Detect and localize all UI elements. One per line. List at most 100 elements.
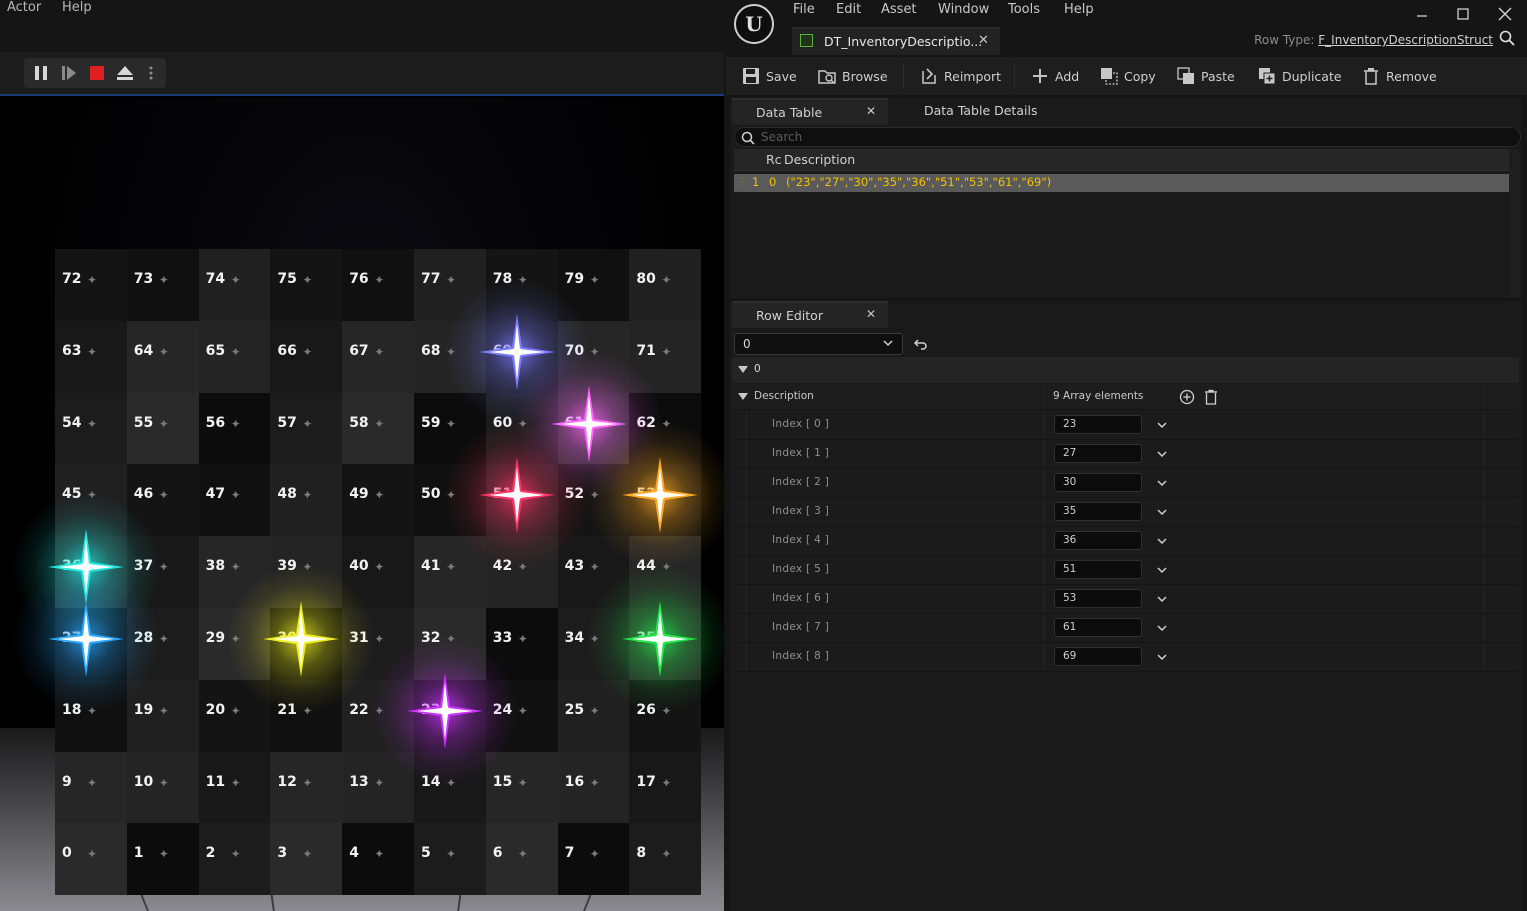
drag-handle-icon[interactable]: [738, 176, 744, 190]
more-icon[interactable]: [140, 58, 162, 88]
chevron-down-icon[interactable]: [1156, 506, 1168, 518]
column-divider: [1044, 585, 1045, 613]
close-window-icon[interactable]: [1495, 6, 1515, 22]
chevron-down-icon[interactable]: [1156, 535, 1168, 547]
element-value-input[interactable]: 36: [1054, 531, 1142, 550]
array-element-row[interactable]: Index [ 6 ] 53: [732, 585, 1519, 614]
sparkle-icon: ✦: [158, 847, 169, 862]
add-button[interactable]: Add: [1031, 65, 1079, 87]
array-element-row[interactable]: Index [ 3 ] 35: [732, 498, 1519, 527]
row-type-link[interactable]: F_InventoryDescriptionStruct: [1318, 33, 1493, 47]
array-element-row[interactable]: Index [ 8 ] 69: [732, 643, 1519, 672]
expand-arrow-icon[interactable]: [738, 366, 748, 374]
element-value-input[interactable]: 53: [1054, 589, 1142, 608]
paste-button[interactable]: Paste: [1177, 65, 1235, 87]
tab-row-editor[interactable]: Row Editor ✕: [732, 301, 888, 328]
cell-number: 12: [277, 773, 297, 790]
row-selector-dropdown[interactable]: 0: [734, 333, 903, 355]
duplicate-button[interactable]: Duplicate: [1258, 65, 1342, 87]
sparkle-icon: ✦: [87, 273, 98, 287]
chevron-down-icon[interactable]: [1156, 564, 1168, 576]
array-element-row[interactable]: Index [ 0 ] 23: [732, 411, 1519, 440]
save-button[interactable]: Save: [742, 65, 797, 87]
add-element-icon[interactable]: [1179, 389, 1195, 405]
cell-number: 64: [133, 342, 154, 359]
sparkle-icon: ✦: [302, 416, 313, 431]
element-value-input[interactable]: 51: [1054, 560, 1142, 579]
element-value-input[interactable]: 30: [1054, 473, 1142, 492]
data-table-icon: [800, 34, 813, 47]
menu-asset[interactable]: Asset: [881, 2, 917, 17]
chevron-down-icon[interactable]: [1156, 448, 1168, 460]
grid-cell: 63 ✦: [55, 320, 127, 393]
element-value: 53: [1063, 592, 1077, 604]
element-value-input[interactable]: 69: [1054, 647, 1142, 666]
close-icon[interactable]: ✕: [866, 307, 876, 321]
cell-number: 68: [421, 342, 441, 359]
sparkle-icon: ✦: [158, 344, 169, 359]
table-scrollbar[interactable]: [1509, 149, 1519, 297]
unreal-logo-icon[interactable]: U: [734, 4, 774, 44]
grid-cell: 6 ✦: [485, 823, 558, 896]
3d-viewport[interactable]: 72✦73✦74✦75✦76✦77✦78✦79✦80✦63✦64✦65✦66✦6…: [0, 98, 724, 911]
step-icon[interactable]: [56, 58, 82, 88]
chevron-down-icon[interactable]: [1156, 593, 1168, 605]
remove-button[interactable]: Remove: [1362, 65, 1437, 87]
chevron-down-icon[interactable]: [1156, 477, 1168, 489]
element-value-input[interactable]: 23: [1054, 415, 1142, 434]
cell-number: 71: [636, 342, 656, 359]
trash-icon[interactable]: [1204, 389, 1218, 405]
tree-guide: [746, 527, 747, 555]
tab-data-table[interactable]: Data Table ✕: [732, 98, 888, 125]
category-row[interactable]: 0: [732, 357, 1519, 383]
array-element-row[interactable]: Index [ 7 ] 61: [732, 614, 1519, 643]
close-icon[interactable]: ✕: [978, 33, 989, 48]
property-row-description[interactable]: Description 9 Array elements: [732, 384, 1519, 410]
stop-icon[interactable]: [84, 58, 110, 88]
expand-arrow-icon[interactable]: [738, 393, 748, 401]
pause-icon[interactable]: [28, 58, 54, 88]
reset-arrow-icon[interactable]: [913, 336, 929, 352]
table-row[interactable]: 1 0 ("23","27","30","35","36","51","53",…: [734, 174, 1509, 192]
header-description[interactable]: Description: [784, 152, 855, 167]
chevron-down-icon[interactable]: [1156, 651, 1168, 663]
menu-help-left[interactable]: Help: [62, 0, 92, 15]
play-toolbar: [0, 52, 724, 96]
chevron-down-icon[interactable]: [1156, 622, 1168, 634]
reimport-button[interactable]: Reimport: [920, 65, 1001, 87]
sparkle-icon: ✦: [230, 775, 241, 790]
menu-actor[interactable]: Actor: [7, 0, 41, 15]
header-rowname[interactable]: Rc: [766, 152, 782, 167]
search-input[interactable]: Search: [734, 127, 1521, 147]
grid-cell: 65 ✦: [198, 320, 271, 393]
array-element-row[interactable]: Index [ 5 ] 51: [732, 556, 1519, 585]
element-value-input[interactable]: 35: [1054, 502, 1142, 521]
browse-button[interactable]: Browse: [818, 65, 888, 87]
sparkle-icon: ✦: [302, 273, 313, 287]
maximize-icon[interactable]: [1453, 6, 1473, 22]
array-element-row[interactable]: Index [ 2 ] 30: [732, 469, 1519, 498]
grid-cell: 1 ✦: [126, 823, 199, 896]
close-icon[interactable]: ✕: [866, 104, 876, 118]
element-value-input[interactable]: 61: [1054, 618, 1142, 637]
array-element-row[interactable]: Index [ 1 ] 27: [732, 440, 1519, 469]
eject-icon[interactable]: [112, 58, 138, 88]
number-grid: 72✦73✦74✦75✦76✦77✦78✦79✦80✦63✦64✦65✦66✦6…: [11, 249, 724, 896]
search-icon[interactable]: [1499, 30, 1515, 46]
row-name: 0: [769, 175, 777, 189]
menu-window[interactable]: Window: [938, 2, 989, 17]
tab-data-table-details[interactable]: Data Table Details: [900, 98, 1060, 125]
paste-icon: [1177, 67, 1194, 84]
tree-guide: [746, 643, 747, 671]
minimize-icon[interactable]: [1412, 6, 1432, 22]
menu-tools[interactable]: Tools: [1008, 2, 1040, 17]
menu-help[interactable]: Help: [1064, 2, 1094, 17]
asset-tab[interactable]: DT_InventoryDescriptio... ✕: [792, 27, 1000, 55]
menu-file[interactable]: File: [793, 2, 815, 17]
menu-edit[interactable]: Edit: [836, 2, 861, 17]
copy-button[interactable]: Copy: [1100, 65, 1156, 87]
array-element-row[interactable]: Index [ 4 ] 36: [732, 527, 1519, 556]
element-value-input[interactable]: 27: [1054, 444, 1142, 463]
element-value: 69: [1063, 650, 1077, 662]
chevron-down-icon[interactable]: [1156, 419, 1168, 431]
